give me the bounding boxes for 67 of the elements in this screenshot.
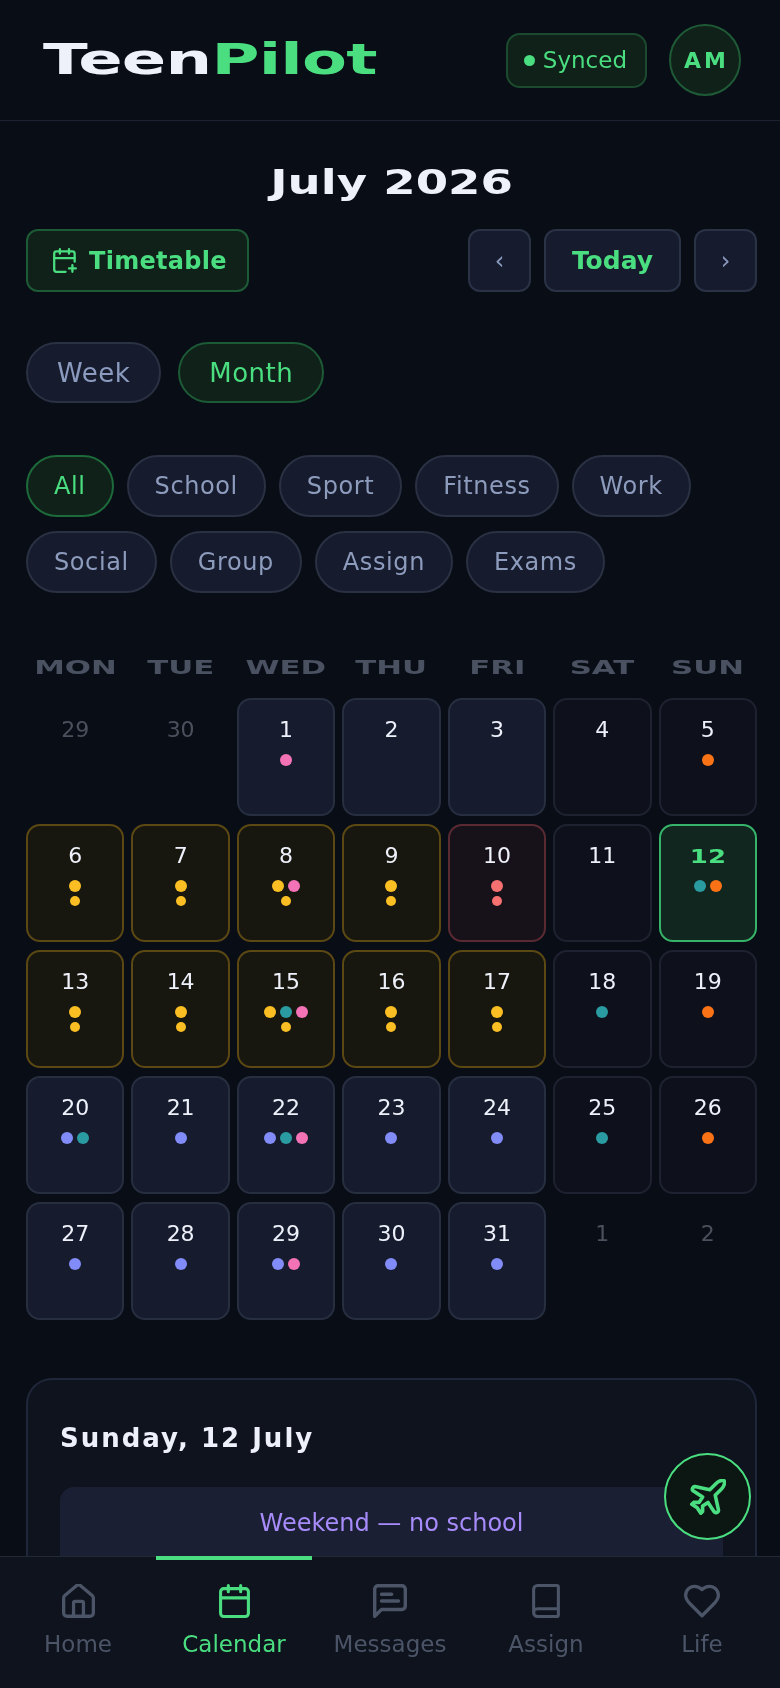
calendar-icon [218,1584,250,1618]
weekday-label: TUE [147,657,215,677]
weekday-label: THU [355,657,428,677]
calendar-day[interactable]: 7 [131,824,230,942]
filter-chip[interactable]: School [126,455,266,517]
view-toggle-tab[interactable]: Week [26,342,162,403]
calendar-day[interactable]: 28 [131,1202,230,1320]
filter-chip[interactable]: Assign [314,531,453,593]
calendar-day[interactable]: 1 [236,698,336,816]
filter-chip[interactable]: Social [26,531,157,593]
calendar-day[interactable]: 8 [236,824,336,942]
calendar-day[interactable]: 26 [658,1076,757,1194]
calendar-day[interactable]: 20 [26,1076,125,1194]
day-notice-banner: Weekend — no school [60,1487,723,1559]
calendar-plus-icon [53,248,77,273]
today-button[interactable]: Today [544,229,681,292]
calendar-day[interactable]: 24 [447,1076,547,1194]
calendar-day[interactable]: 11 [553,824,652,942]
status-dot-icon [523,54,535,66]
weekday-label: SAT [570,657,635,677]
calendar-day[interactable]: 10 [447,824,547,942]
app-logo: Teen Pilot [43,38,377,82]
weekday-label: WED [245,657,327,677]
calendar-day[interactable]: 4 [553,698,652,816]
calendar-day[interactable]: 21 [131,1076,230,1194]
filter-chip[interactable]: Sport [278,455,403,517]
calendar-day[interactable]: 18 [553,950,652,1068]
calendar-day[interactable]: 29 [236,1202,336,1320]
calendar-day[interactable]: 15 [236,950,336,1068]
calendar-day[interactable]: 31 [447,1202,547,1320]
calendar-day[interactable]: 9 [342,824,441,942]
calendar-day[interactable]: 13 [26,950,125,1068]
filter-chip[interactable]: Work [571,455,691,517]
calendar-day[interactable]: 14 [131,950,230,1068]
heart-icon [684,1584,720,1618]
calendar-day[interactable]: 30 [342,1202,441,1320]
calendar-day[interactable]: 5 [658,698,757,816]
calendar-day[interactable]: 22 [236,1076,336,1194]
day-detail-title: Sunday, 12 July [60,1422,315,1454]
weekday-label: MON [33,657,117,677]
filter-chip[interactable]: All [26,455,114,517]
calendar-day[interactable]: 25 [553,1076,652,1194]
calendar-day[interactable]: 2 [342,698,441,816]
filter-chip[interactable]: Group [169,531,302,593]
calendar-day[interactable]: 3 [447,698,547,816]
calendar-day[interactable]: 12 [658,824,757,942]
chat-bubble-icon [373,1584,407,1618]
nav-tab[interactable]: Calendar [156,1556,312,1688]
calendar-day[interactable]: 6 [26,824,125,942]
filter-chip[interactable]: Exams [466,531,605,593]
next-month-button[interactable]: › [694,229,757,292]
calendar-day[interactable]: 19 [658,950,757,1068]
avatar-button[interactable]: AM [669,24,741,96]
calendar-day[interactable]: 16 [342,950,441,1068]
filter-chip[interactable]: Fitness [415,455,559,517]
book-icon [532,1584,560,1618]
calendar-day[interactable]: 23 [342,1076,441,1194]
view-toggle-tab[interactable]: Month [178,342,325,403]
sync-status-label: Synced [542,46,627,74]
weekday-label: FRI [468,657,525,677]
home-icon [61,1584,95,1618]
calendar-day[interactable]: 17 [447,950,547,1068]
timetable-button[interactable]: Timetable [26,229,249,292]
calendar-day[interactable]: 27 [26,1202,125,1320]
plane-icon [689,1478,726,1515]
previous-month-button[interactable]: ‹ [468,229,531,292]
weekday-label: SUN [671,657,745,677]
